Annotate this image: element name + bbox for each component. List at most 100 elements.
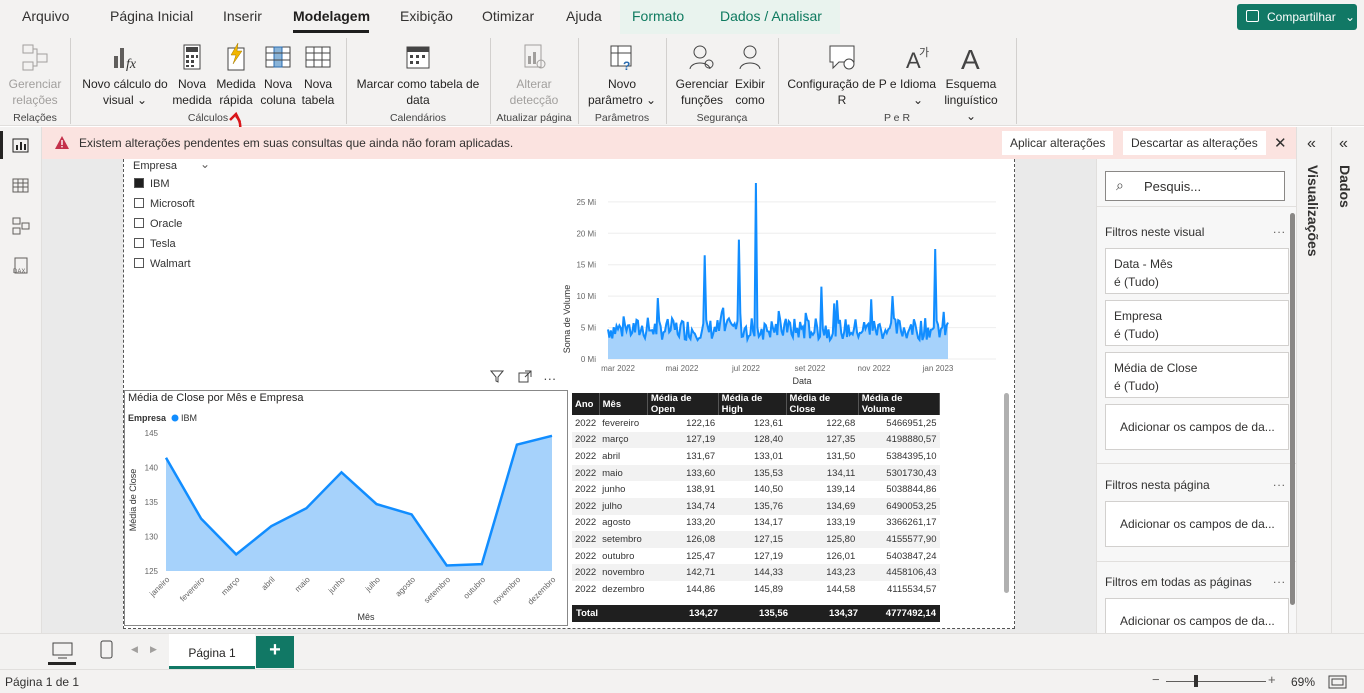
more-options-icon[interactable]: ... xyxy=(1273,572,1286,586)
menu-exibicao[interactable]: Exibição xyxy=(400,8,453,24)
volume-line-chart[interactable]: Soma de Volume Data 0 Mi 5 Mi 10 Mi 15 Mi 20… xyxy=(560,159,1000,389)
close-area-chart[interactable]: Média de Close por Mês e Empresa Empresa… xyxy=(124,390,568,626)
desktop-layout-icon[interactable] xyxy=(52,642,74,660)
manage-roles-icon xyxy=(687,42,717,72)
close-x-axis-label: Mês xyxy=(357,612,375,622)
zoom-out-icon[interactable]: − xyxy=(1152,672,1160,687)
close-icon[interactable]: ✕ xyxy=(1274,134,1287,152)
table-cell: 144,86 xyxy=(686,583,716,595)
table-row: 2022 março 127,19 128,40 127,35 4198880,57 xyxy=(572,431,940,449)
menu-inserir[interactable]: Inserir xyxy=(223,8,262,24)
new-visual-calculation-button[interactable]: fx Novo cálculo do visual ⌄ xyxy=(78,42,172,108)
menu-dados-analisar[interactable]: Dados / Analisar xyxy=(720,8,822,24)
filters-pane: ⌕ Pesquis... Filtros neste visual ... Da… xyxy=(1096,159,1297,634)
chevron-down-icon[interactable]: ⌄ xyxy=(200,157,210,171)
ribbon-separator xyxy=(490,38,491,124)
table-view-icon[interactable] xyxy=(12,178,30,194)
table-scrollbar[interactable] xyxy=(1004,393,1009,593)
scroll-right-icon[interactable]: ▶ xyxy=(150,644,157,655)
expand-visualizations-icon[interactable]: « xyxy=(1307,135,1316,153)
table-column-header[interactable]: Média de High xyxy=(718,393,787,415)
add-fields-page-dropzone[interactable]: Adicionar os campos de da... xyxy=(1105,501,1289,547)
table-cell: 144,33 xyxy=(718,564,787,581)
slicer-item-ibm[interactable]: IBM xyxy=(134,178,170,190)
fit-to-page-icon[interactable] xyxy=(1328,675,1348,689)
menu-pagina-inicial[interactable]: Página Inicial xyxy=(110,8,193,24)
new-visual-calculation-label: Novo cálculo do visual xyxy=(82,77,168,107)
menu-modelagem[interactable]: Modelagem xyxy=(293,8,370,24)
zoom-slider-handle[interactable] xyxy=(1194,675,1198,687)
checkbox xyxy=(134,198,144,208)
dax-query-view-icon[interactable]: DAX xyxy=(12,257,30,275)
volume-y-tick: 0 Mi xyxy=(581,355,596,364)
change-detection-button[interactable]: Alterar detecção xyxy=(498,42,570,108)
slicer-item-oracle[interactable]: Oracle xyxy=(134,218,182,230)
slicer-item-tesla[interactable]: Tesla xyxy=(134,238,176,250)
zoom-in-icon[interactable]: + xyxy=(1268,672,1276,687)
new-table-icon xyxy=(303,42,333,72)
zoom-slider[interactable] xyxy=(1166,681,1266,682)
scroll-left-icon[interactable]: ◀ xyxy=(131,644,138,655)
quick-measure-button[interactable]: Medida rápida xyxy=(214,42,258,108)
table-cell: 127,19 xyxy=(753,550,784,562)
status-bar: Página 1 de 1 − + 69% xyxy=(0,669,1364,693)
report-view-icon[interactable] xyxy=(12,138,30,154)
discard-changes-button[interactable]: Descartar as alterações xyxy=(1123,131,1266,155)
filter-card-media-close[interactable]: Média de Close é (Tudo) xyxy=(1105,352,1289,398)
mark-as-date-table-button[interactable]: Marcar como tabela de data xyxy=(352,42,484,108)
calculator-icon xyxy=(177,42,207,72)
filter-search-input[interactable]: Pesquis... xyxy=(1144,179,1201,194)
table-column-header[interactable]: Ano xyxy=(572,393,600,415)
slicer-item-walmart[interactable]: Walmart xyxy=(134,258,191,270)
add-page-button[interactable]: + xyxy=(256,636,294,668)
new-column-button[interactable]: Nova coluna xyxy=(258,42,298,108)
data-pane-label[interactable]: Dados xyxy=(1337,165,1353,208)
view-as-button[interactable]: Exibir como xyxy=(732,42,768,108)
share-button[interactable]: Compartilhar ⌄ xyxy=(1237,4,1357,30)
new-parameter-button[interactable]: ? Novo parâmetro ⌄ xyxy=(584,42,660,108)
filter-card-empresa[interactable]: Empresa é (Tudo) xyxy=(1105,300,1289,346)
data-table[interactable]: Ano Mês Média de Open Média de High Média de… xyxy=(572,393,941,598)
calendar-icon xyxy=(403,42,433,72)
filter-card-data-mes[interactable]: Data - Mês é (Tudo) xyxy=(1105,248,1289,294)
close-x-tick: junho xyxy=(326,575,347,596)
add-fields-all-pages-dropzone[interactable]: Adicionar os campos de da... xyxy=(1105,598,1289,634)
manage-roles-button[interactable]: Gerenciar funções xyxy=(672,42,732,108)
manage-roles-label: Gerenciar funções xyxy=(675,77,729,107)
language-button[interactable]: A가 Idioma ⌄ xyxy=(896,42,940,108)
menu-arquivo[interactable]: Arquivo xyxy=(22,8,69,24)
more-options-icon[interactable]: ... xyxy=(1273,475,1286,489)
mobile-layout-icon[interactable] xyxy=(100,640,114,660)
menu-otimizar[interactable]: Otimizar xyxy=(482,8,534,24)
menu-formato[interactable]: Formato xyxy=(632,8,684,24)
table-column-header[interactable]: Média de Open xyxy=(647,393,719,415)
filter-icon[interactable] xyxy=(489,370,505,383)
qa-setup-button[interactable]: Configuração de P e R xyxy=(784,42,900,108)
table-column-header[interactable]: Mês xyxy=(599,393,648,415)
table-cell: 5301730,43 xyxy=(858,464,940,482)
table-cell: 127,35 xyxy=(786,431,859,449)
expand-data-icon[interactable]: « xyxy=(1339,135,1348,153)
change-detection-label: Alterar detecção xyxy=(509,77,559,107)
manage-relationships-button[interactable]: Gerenciar relações xyxy=(4,42,66,108)
table-row: 2022 setembro 126,08 127,15 125,80 4155577,90 xyxy=(572,531,940,548)
tab-pagina-1[interactable]: Página 1 xyxy=(169,634,255,669)
close-area xyxy=(166,435,552,571)
filters-scrollbar[interactable] xyxy=(1290,213,1295,605)
more-options-icon[interactable]: ... xyxy=(1273,222,1286,236)
table-column-header[interactable]: Média de Volume xyxy=(858,393,941,415)
new-measure-button[interactable]: Nova medida xyxy=(172,42,212,108)
filter-search-box[interactable]: ⌕ Pesquis... xyxy=(1105,171,1285,201)
menu-ajuda[interactable]: Ajuda xyxy=(566,8,602,24)
new-table-button[interactable]: Nova tabela xyxy=(298,42,338,108)
focus-mode-icon[interactable] xyxy=(518,370,532,383)
table-cell: 6490053,25 xyxy=(858,497,940,515)
add-fields-visual-dropzone[interactable]: Adicionar os campos de da... xyxy=(1105,404,1289,450)
slicer-item-microsoft[interactable]: Microsoft xyxy=(134,198,195,210)
model-view-icon[interactable] xyxy=(12,217,30,235)
visualizations-pane-label[interactable]: Visualizações xyxy=(1305,165,1321,257)
more-options-icon[interactable]: ··· xyxy=(543,371,556,386)
table-column-header[interactable]: Média de Close xyxy=(786,393,859,415)
divider xyxy=(1331,127,1332,633)
apply-changes-button[interactable]: Aplicar alterações xyxy=(1002,131,1114,155)
